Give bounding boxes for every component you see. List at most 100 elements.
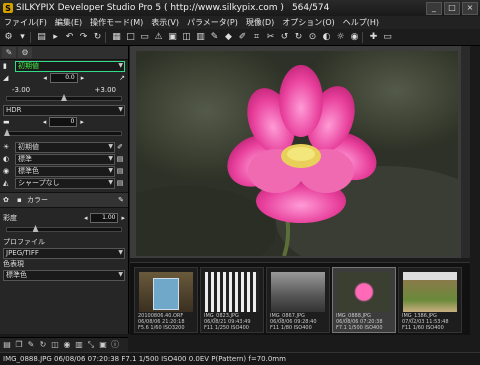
- full-view-icon[interactable]: ▣: [167, 32, 178, 43]
- exposure-slider-thumb[interactable]: [61, 94, 67, 101]
- tone-icon[interactable]: ◐: [321, 32, 332, 43]
- image-preview[interactable]: [130, 46, 470, 258]
- options-tab-icon[interactable]: ⚙: [18, 47, 32, 58]
- rotate-left-icon[interactable]: ↺: [279, 32, 290, 43]
- color-dropdown[interactable]: 標準色 ▼: [15, 165, 115, 177]
- develop-icon[interactable]: ◉: [349, 32, 360, 43]
- color-settings-icon[interactable]: ▤: [115, 167, 125, 175]
- exposure-value-field[interactable]: 0.0: [49, 73, 78, 83]
- preview-image[interactable]: [136, 51, 458, 256]
- copy-icon[interactable]: ❐: [14, 340, 24, 350]
- color-rep-label: 色表現: [3, 260, 24, 268]
- crop-icon[interactable]: ⌗: [251, 32, 262, 43]
- increment-icon[interactable]: ▸: [81, 74, 85, 82]
- single-view-icon[interactable]: □: [125, 32, 136, 43]
- reset-icon[interactable]: ↻: [38, 340, 48, 350]
- thumbnail-caption: IMG_1386.JPG 07/02/03 11:53:48 F11 1/60 …: [402, 313, 449, 331]
- split-view-icon[interactable]: ◫: [181, 32, 192, 43]
- save-icon[interactable]: ▾: [17, 32, 28, 43]
- increment-icon[interactable]: ▸: [80, 118, 84, 126]
- decrement-icon[interactable]: ◂: [43, 118, 47, 126]
- preset-dropdown[interactable]: 初期値 ▼: [15, 60, 125, 72]
- menu-mode[interactable]: 操作モード(M): [86, 17, 147, 28]
- rotate-right-icon[interactable]: ↻: [293, 32, 304, 43]
- menu-help[interactable]: ヘルプ(H): [339, 17, 383, 28]
- open-folder-icon[interactable]: ▤: [36, 32, 47, 43]
- info-icon[interactable]: ⓘ: [110, 340, 120, 350]
- grid-view-icon[interactable]: ▦: [111, 32, 122, 43]
- sharpness-row: ◭ シャープなし ▼ ▤: [0, 177, 128, 189]
- increment-icon[interactable]: ▸: [121, 214, 125, 222]
- thumbnail-selected[interactable]: IMG_0888.JPG 06/08/06 07:20:38 F7.1 1/50…: [332, 267, 396, 333]
- monitor-icon[interactable]: ▭: [382, 32, 393, 43]
- exposure-slider[interactable]: [6, 94, 122, 101]
- app-window: S SILKYPIX Developer Studio Pro 5 ( http…: [0, 0, 480, 365]
- thumbnail-image: [139, 272, 193, 312]
- close-icon[interactable]: ×: [462, 2, 478, 15]
- fit-icon[interactable]: ⤡: [86, 340, 96, 350]
- brush-icon[interactable]: ✂: [265, 32, 276, 43]
- sharpness-dropdown[interactable]: シャープなし ▼: [15, 177, 115, 189]
- minimize-icon[interactable]: _: [426, 2, 442, 15]
- develop-icon[interactable]: ◉: [62, 340, 72, 350]
- thumbnail[interactable]: IMG_0823.JPG 06/08/21 09:43:49 F11 1/250…: [200, 267, 264, 333]
- color-swatch-icon: ▪: [17, 196, 22, 204]
- hdr-value-field[interactable]: 0: [49, 117, 78, 127]
- tone-settings-icon[interactable]: ▤: [115, 155, 125, 163]
- profile-row: JPEG/TIFF ▼: [0, 247, 128, 259]
- maximize-icon[interactable]: □: [444, 2, 460, 15]
- decrement-icon[interactable]: ◂: [43, 74, 47, 82]
- undo-icon[interactable]: ↶: [64, 32, 75, 43]
- sharpness-settings-icon[interactable]: ▤: [115, 179, 125, 187]
- menu-view[interactable]: 表示(V): [147, 17, 183, 28]
- tag-icon[interactable]: ◆: [223, 32, 234, 43]
- pin-icon[interactable]: ✎: [209, 32, 220, 43]
- paste-icon[interactable]: ✎: [26, 340, 36, 350]
- menu-file[interactable]: ファイル(F): [0, 17, 51, 28]
- pen-icon[interactable]: ✎: [118, 196, 128, 204]
- saturation-slider[interactable]: [6, 225, 122, 232]
- thumbnail[interactable]: 20100806.40.ORF 06/08/06 21:20:18 F5.6 1…: [134, 267, 198, 333]
- hdr-slider[interactable]: [4, 129, 122, 136]
- profile-dropdown[interactable]: JPEG/TIFF ▼: [3, 247, 125, 259]
- export-icon[interactable]: ▸: [50, 32, 61, 43]
- hdr-dropdown[interactable]: HDR ▼: [3, 104, 125, 116]
- loupe-icon[interactable]: ⊙: [307, 32, 318, 43]
- control-panel: ✎ ⚙ ▮ 初期値 ▼ ◢ ◂ 0.0 ▸ ↗ -3.00 +3.00 HDR …: [0, 46, 129, 334]
- preview-scrollbar[interactable]: [461, 46, 470, 258]
- histogram-icon[interactable]: ▤: [2, 340, 12, 350]
- compare-icon[interactable]: ◫: [50, 340, 60, 350]
- color-tool-icon: ✿: [3, 196, 9, 204]
- thumbnail[interactable]: IMG_0867.JPG 06/08/06 09:28:40 F11 1/80 …: [266, 267, 330, 333]
- dropper-icon[interactable]: ✐: [237, 32, 248, 43]
- thumbnail-image: [271, 272, 325, 312]
- thumbnail[interactable]: IMG_1386.JPG 07/02/03 11:53:48 F11 1/60 …: [398, 267, 462, 333]
- compare-view-icon[interactable]: ▭: [139, 32, 150, 43]
- menu-parameter[interactable]: パラメータ(P): [183, 17, 242, 28]
- thumbnail-view-icon[interactable]: ▥: [195, 32, 206, 43]
- dropper-icon[interactable]: ✐: [115, 143, 125, 151]
- hdr-slider-thumb[interactable]: [4, 129, 10, 136]
- puzzle-icon[interactable]: ✚: [368, 32, 379, 43]
- decrement-icon[interactable]: ◂: [84, 214, 88, 222]
- develop-tab-icon[interactable]: ✎: [2, 47, 16, 58]
- auto-exposure-icon[interactable]: ↗: [119, 74, 125, 82]
- batch-icon[interactable]: ▥: [74, 340, 84, 350]
- preset-row: ▮ 初期値 ▼: [0, 60, 128, 72]
- wb-dropdown[interactable]: 初期値 ▼: [15, 141, 115, 153]
- tone-dropdown[interactable]: 標準 ▼: [15, 153, 115, 165]
- gear-icon[interactable]: ⚙: [3, 32, 14, 43]
- history-icon[interactable]: ↻: [92, 32, 103, 43]
- warning-icon[interactable]: ⚠: [153, 32, 164, 43]
- menu-develop[interactable]: 現像(D): [242, 17, 278, 28]
- saturation-slider-thumb[interactable]: [32, 225, 39, 232]
- thumbnail-caption: IMG_0867.JPG 06/08/06 09:28:40 F11 1/80 …: [270, 313, 317, 331]
- detail-icon[interactable]: ▣: [98, 340, 108, 350]
- color-rep-dropdown[interactable]: 標準色 ▼: [3, 269, 125, 281]
- menu-edit[interactable]: 編集(E): [51, 17, 86, 28]
- color-section-header[interactable]: ✿ ▪ カラー ✎: [0, 192, 128, 208]
- lens-icon[interactable]: ☼: [335, 32, 346, 43]
- menu-options[interactable]: オプション(O): [278, 17, 339, 28]
- saturation-value-field[interactable]: 1.00: [90, 213, 119, 223]
- redo-icon[interactable]: ↷: [78, 32, 89, 43]
